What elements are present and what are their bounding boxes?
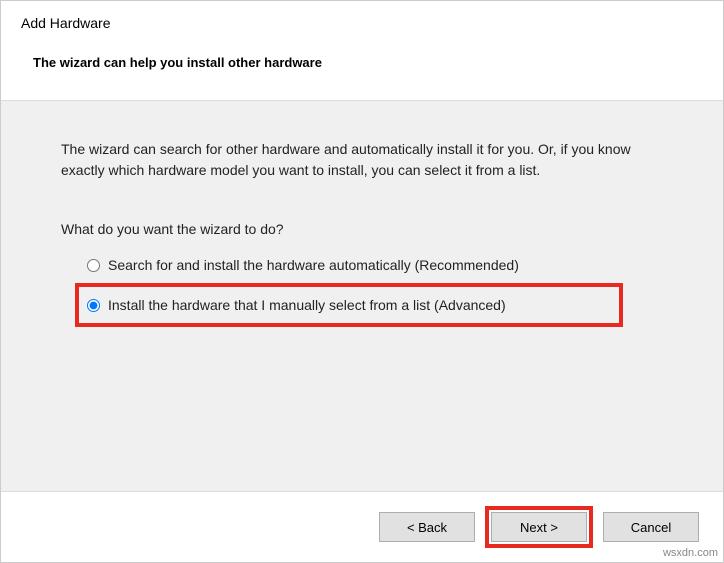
button-bar: < Back Next > Cancel (1, 492, 723, 562)
cancel-button[interactable]: Cancel (603, 512, 699, 542)
option-auto-row[interactable]: Search for and install the hardware auto… (79, 253, 663, 277)
wizard-description: The wizard can search for other hardware… (61, 139, 663, 181)
add-hardware-dialog: Add Hardware The wizard can help you ins… (0, 0, 724, 563)
wizard-question: What do you want the wizard to do? (61, 221, 663, 237)
watermark: wsxdn.com (663, 547, 718, 559)
option-manual-label[interactable]: Install the hardware that I manually sel… (108, 297, 506, 313)
back-button[interactable]: < Back (379, 512, 475, 542)
option-auto-label[interactable]: Search for and install the hardware auto… (108, 257, 519, 273)
option-auto-radio[interactable] (87, 259, 100, 272)
next-button[interactable]: Next > (491, 512, 587, 542)
dialog-content: The wizard can search for other hardware… (1, 100, 723, 492)
option-manual-radio[interactable] (87, 299, 100, 312)
wizard-options: Search for and install the hardware auto… (61, 253, 663, 327)
option-manual-row[interactable]: Install the hardware that I manually sel… (75, 283, 623, 327)
dialog-title: Add Hardware (21, 15, 703, 31)
dialog-subtitle: The wizard can help you install other ha… (21, 55, 703, 70)
dialog-header: Add Hardware The wizard can help you ins… (1, 1, 723, 100)
next-button-highlight: Next > (485, 506, 593, 548)
